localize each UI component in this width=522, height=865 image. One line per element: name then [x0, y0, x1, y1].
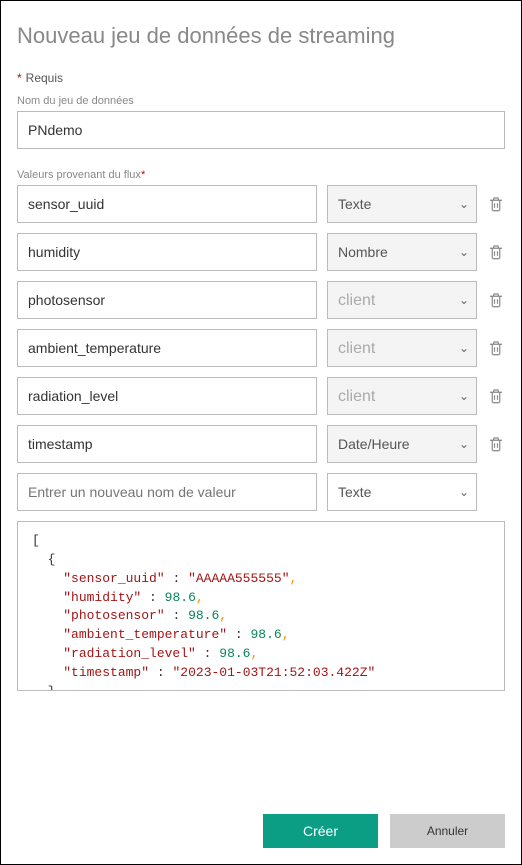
flux-value-name-input[interactable] [17, 233, 317, 271]
flux-row: Nombre⌄ [17, 233, 505, 271]
dataset-name-label: Nom du jeu de données [17, 95, 505, 107]
flux-value-type-select[interactable]: Nombre [327, 233, 477, 271]
flux-row: Date/Heure⌄ [17, 425, 505, 463]
flux-value-name-input[interactable] [17, 281, 317, 319]
button-bar: Créer Annuler [263, 814, 505, 848]
flux-value-name-input[interactable] [17, 185, 317, 223]
cancel-button[interactable]: Annuler [390, 814, 505, 848]
trash-icon[interactable] [487, 242, 505, 262]
dataset-name-input[interactable] [17, 111, 505, 149]
new-value-name-input[interactable] [17, 473, 317, 511]
flux-value-name-input[interactable] [17, 425, 317, 463]
required-asterisk: * [17, 71, 22, 85]
flux-row: client⌄ [17, 377, 505, 415]
trash-icon[interactable] [487, 434, 505, 454]
required-note: *Requis [17, 71, 505, 85]
sample-json-preview: [ { "sensor_uuid" : "AAAAA555555", "humi… [17, 521, 505, 691]
flux-value-type-select[interactable]: client [327, 281, 477, 319]
trash-icon[interactable] [487, 194, 505, 214]
flux-value-name-input[interactable] [17, 377, 317, 415]
new-value-row: Texte ⌄ [17, 473, 505, 511]
page-title: Nouveau jeu de données de streaming [17, 23, 505, 49]
flux-row: client⌄ [17, 329, 505, 367]
flux-value-type-select[interactable]: client [327, 377, 477, 415]
flux-values-label: Valeurs provenant du flux* [17, 169, 505, 181]
trash-icon[interactable] [487, 338, 505, 358]
flux-value-type-select[interactable]: Date/Heure [327, 425, 477, 463]
flux-row: client⌄ [17, 281, 505, 319]
flux-value-name-input[interactable] [17, 329, 317, 367]
new-value-type-select[interactable]: Texte [327, 473, 477, 511]
flux-row: Texte⌄ [17, 185, 505, 223]
flux-rows-container: Texte⌄ Nombre⌄ client⌄ client⌄ client⌄ Date/H… [17, 185, 505, 463]
trash-icon[interactable] [487, 386, 505, 406]
flux-value-type-select[interactable]: Texte [327, 185, 477, 223]
trash-icon[interactable] [487, 290, 505, 310]
flux-value-type-select[interactable]: client [327, 329, 477, 367]
create-button[interactable]: Créer [263, 814, 378, 848]
